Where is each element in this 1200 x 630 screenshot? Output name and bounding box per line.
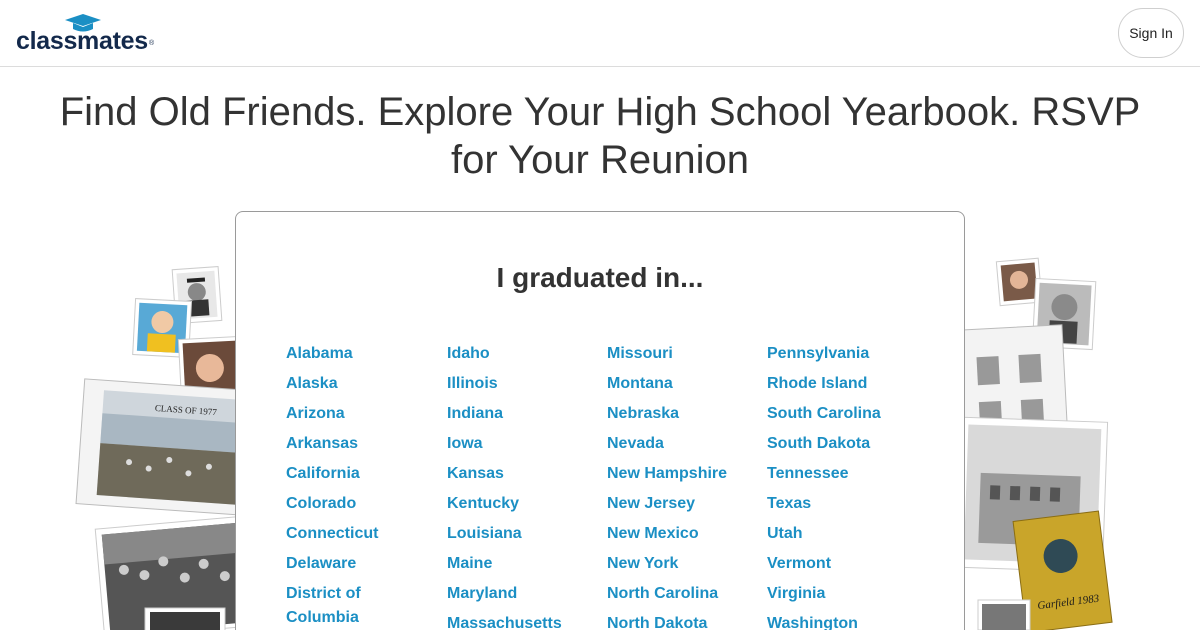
state-link[interactable]: Missouri bbox=[607, 342, 757, 366]
state-selector-title: I graduated in... bbox=[496, 262, 704, 293]
logo-registered-mark: ® bbox=[149, 40, 155, 47]
state-link[interactable]: New York bbox=[607, 552, 757, 576]
state-link[interactable]: Montana bbox=[607, 372, 757, 396]
state-link[interactable]: Kansas bbox=[447, 462, 597, 486]
state-link[interactable]: Rhode Island bbox=[767, 372, 917, 396]
state-link[interactable]: Kentucky bbox=[447, 492, 597, 516]
state-link[interactable]: District of Columbia bbox=[286, 582, 386, 630]
state-link[interactable]: Alaska bbox=[286, 372, 436, 396]
state-column-3: Missouri Montana Nebraska Nevada New Ham… bbox=[607, 342, 757, 630]
state-link[interactable]: Maryland bbox=[447, 582, 597, 606]
state-link[interactable]: Virginia bbox=[767, 582, 917, 606]
state-link[interactable]: Tennessee bbox=[767, 462, 917, 486]
state-selector-card: I graduated in... Alabama Alaska Arizona… bbox=[235, 211, 965, 630]
sign-in-button[interactable]: Sign In bbox=[1118, 8, 1184, 58]
state-link[interactable]: New Mexico bbox=[607, 522, 757, 546]
page-headline: Find Old Friends. Explore Your High Scho… bbox=[59, 90, 1141, 182]
state-column-4: Pennsylvania Rhode Island South Carolina… bbox=[767, 342, 917, 630]
state-link[interactable]: South Carolina bbox=[767, 402, 917, 426]
state-link[interactable]: Idaho bbox=[447, 342, 597, 366]
state-link[interactable]: Arkansas bbox=[286, 432, 436, 456]
state-link[interactable]: Nebraska bbox=[607, 402, 757, 426]
state-link[interactable]: Alabama bbox=[286, 342, 436, 366]
logo-text: classmates bbox=[16, 27, 148, 55]
state-link[interactable]: California bbox=[286, 462, 436, 486]
state-link[interactable]: Utah bbox=[767, 522, 917, 546]
state-column-1: Alabama Alaska Arizona Arkansas Californ… bbox=[286, 342, 436, 630]
state-link[interactable]: North Dakota bbox=[607, 612, 757, 630]
left-collage-illustration: CLASS OF 1977 bbox=[75, 265, 255, 630]
state-link[interactable]: Washington bbox=[767, 612, 917, 630]
state-link[interactable]: Arizona bbox=[286, 402, 436, 426]
state-link[interactable]: North Carolina bbox=[607, 582, 757, 606]
state-column-2: Idaho Illinois Indiana Iowa Kansas Kentu… bbox=[447, 342, 597, 630]
state-link[interactable]: Texas bbox=[767, 492, 917, 516]
right-photo-collage: Garfield 1983 bbox=[956, 255, 1120, 630]
state-link[interactable]: South Dakota bbox=[767, 432, 917, 456]
classmates-logo[interactable]: classmates ® bbox=[16, 14, 156, 54]
state-link[interactable]: Illinois bbox=[447, 372, 597, 396]
state-link[interactable]: Pennsylvania bbox=[767, 342, 917, 366]
state-link[interactable]: Iowa bbox=[447, 432, 597, 456]
state-link[interactable]: New Hampshire bbox=[607, 462, 757, 486]
state-link[interactable]: Indiana bbox=[447, 402, 597, 426]
left-photo-collage: CLASS OF 1977 bbox=[70, 260, 255, 630]
state-link[interactable]: Vermont bbox=[767, 552, 917, 576]
state-link[interactable]: Delaware bbox=[286, 552, 436, 576]
state-link[interactable]: Maine bbox=[447, 552, 597, 576]
state-link[interactable]: New Jersey bbox=[607, 492, 757, 516]
top-bar: classmates ® Sign In bbox=[0, 0, 1200, 67]
state-link[interactable]: Colorado bbox=[286, 492, 436, 516]
state-link[interactable]: Louisiana bbox=[447, 522, 597, 546]
right-collage-illustration: Garfield 1983 bbox=[956, 257, 1113, 630]
state-link[interactable]: Connecticut bbox=[286, 522, 436, 546]
state-link[interactable]: Massachusetts bbox=[447, 612, 597, 630]
state-link[interactable]: Nevada bbox=[607, 432, 757, 456]
